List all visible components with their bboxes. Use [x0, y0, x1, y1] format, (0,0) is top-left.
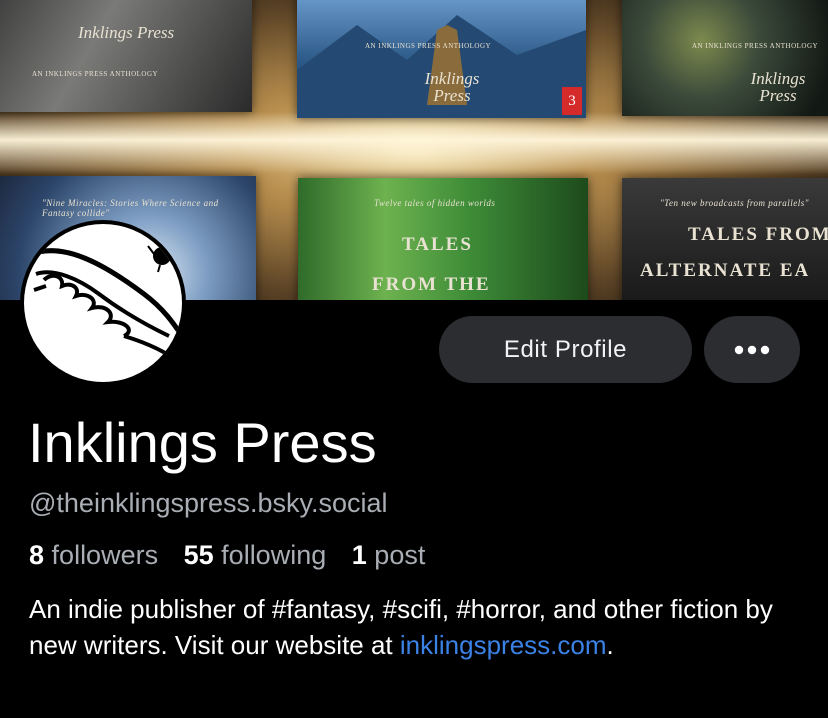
cover-title-line2: FROM THE — [372, 274, 491, 295]
volume-badge: 3 — [562, 87, 582, 115]
cover-title-line1: TALES — [402, 234, 473, 255]
posts-label: post — [374, 540, 426, 570]
cover-blurb: "Ten new broadcasts from parallels" — [660, 198, 810, 208]
banner-cover-2: AN INKLINGS PRESS ANTHOLOGY Inklings Pre… — [297, 0, 586, 118]
banner-cover-1: Inklings Press AN INKLINGS PRESS ANTHOLO… — [0, 0, 252, 112]
banner-light-glow — [0, 112, 828, 174]
user-handle: @theinklingspress.bsky.social — [29, 488, 388, 518]
cover-brand: Inklings Press — [78, 23, 175, 42]
ellipsis-horizontal-icon — [734, 345, 770, 354]
banner-cover-3: AN INKLINGS PRESS ANTHOLOGY Inklings Pre… — [622, 0, 828, 116]
profile-bio: An indie publisher of #fantasy, #scifi, … — [29, 591, 809, 663]
followers-label: followers — [51, 540, 159, 570]
banner-cover-6: "Ten new broadcasts from parallels" TALE… — [622, 178, 828, 300]
cover-title-line1: TALES FROM — [688, 224, 828, 245]
cover-series: AN INKLINGS PRESS ANTHOLOGY — [32, 70, 159, 78]
followers-count: 8 — [29, 540, 45, 570]
posts-count: 1 — [351, 540, 367, 570]
banner-cover-5: Twelve tales of hidden worlds TALES FROM… — [298, 178, 588, 300]
following-link[interactable]: 55 following — [184, 540, 327, 570]
profile-stats: 8 followers 55 following 1 post — [29, 537, 443, 573]
posts-stat: 1 post — [352, 540, 426, 570]
display-name: Inklings Press — [28, 411, 377, 474]
cover-blurb: "Nine Miracles: Stories Where Science an… — [42, 198, 219, 218]
cover-title-line2: ALTERNATE EA — [640, 260, 811, 281]
cover-series: AN INKLINGS PRESS ANTHOLOGY — [692, 42, 819, 50]
cover-brand: Inklings Press — [424, 69, 480, 105]
website-link[interactable]: inklingspress.com — [400, 630, 607, 660]
more-options-button[interactable] — [704, 316, 800, 383]
avatar[interactable] — [20, 220, 186, 386]
edit-profile-button[interactable]: Edit Profile — [439, 316, 692, 383]
following-count: 55 — [183, 540, 214, 570]
followers-link[interactable]: 8 followers — [29, 540, 158, 570]
quill-pen-icon — [24, 224, 182, 382]
cover-series: AN INKLINGS PRESS ANTHOLOGY — [365, 42, 492, 50]
cover-blurb: Twelve tales of hidden worlds — [374, 198, 496, 208]
bio-end: . — [606, 630, 614, 660]
cover-brand: Inklings Press — [750, 69, 806, 105]
following-label: following — [221, 540, 327, 570]
